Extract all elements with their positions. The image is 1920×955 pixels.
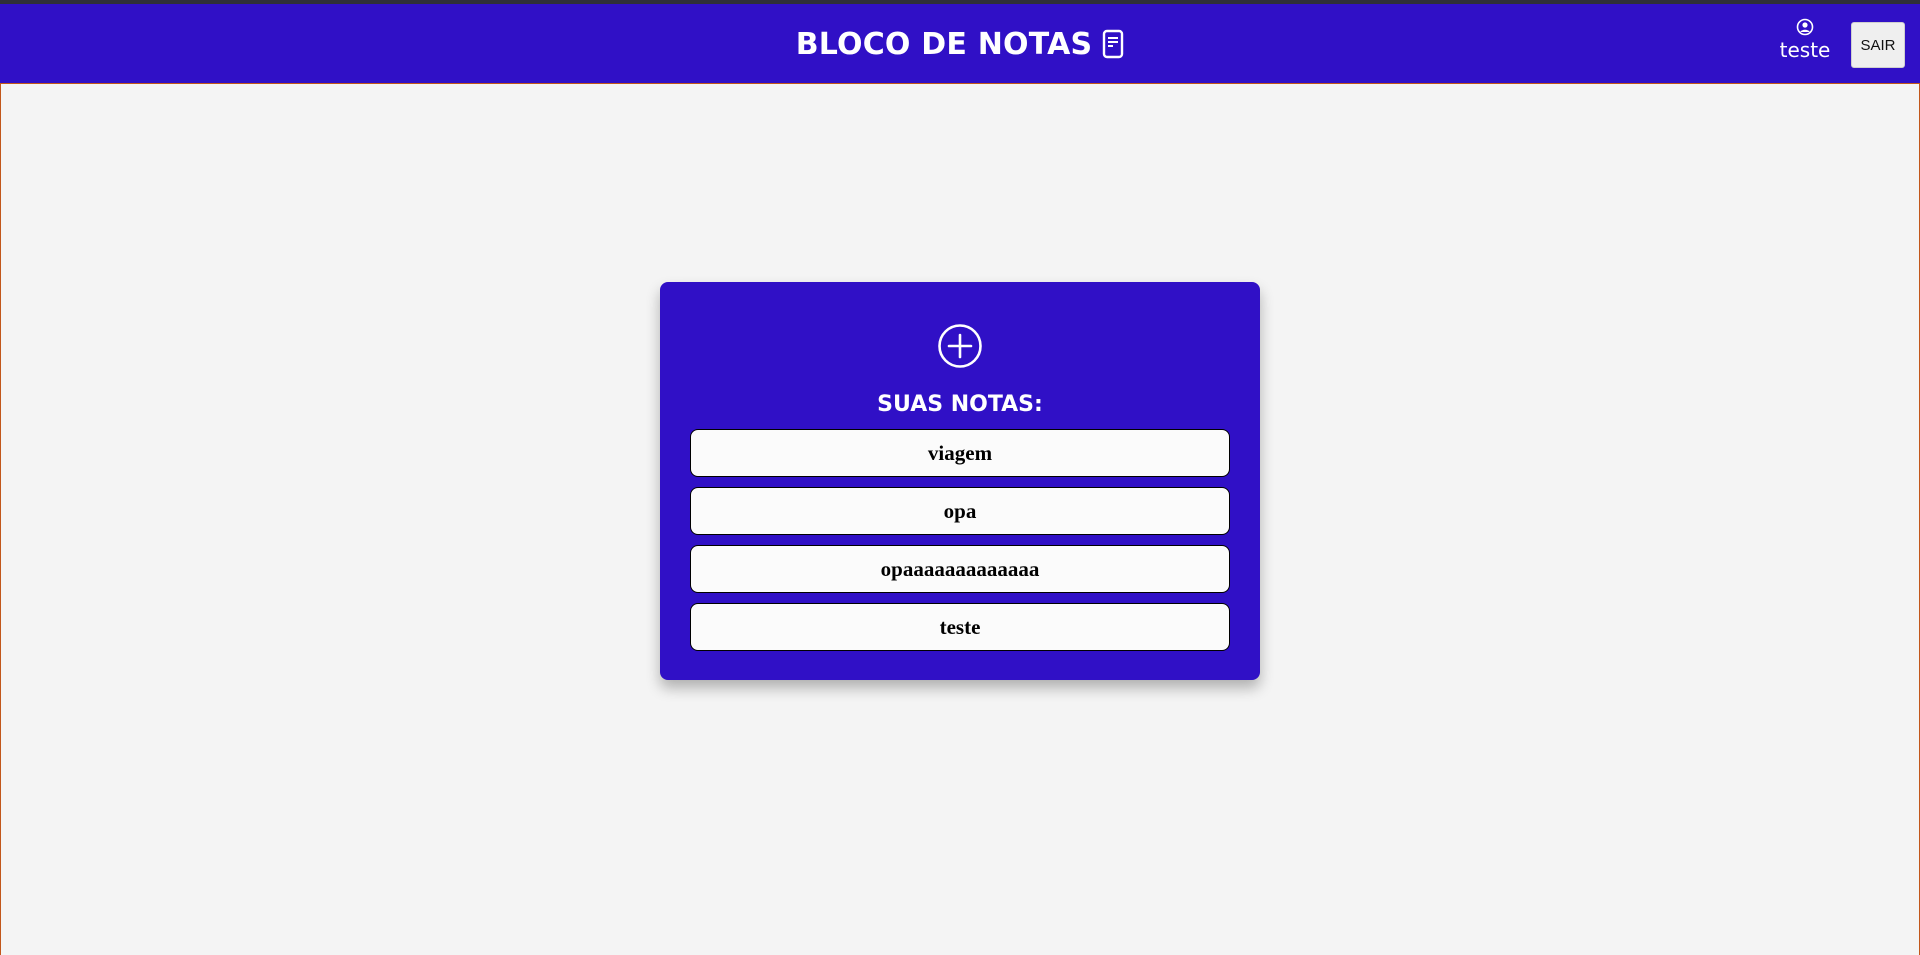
note-item[interactable]: teste (690, 603, 1230, 651)
page-title: BLOCO DE NOTAS (795, 26, 1093, 62)
brand: BLOCO DE NOTAS (0, 4, 1920, 84)
user-info: teste (1772, 18, 1838, 62)
note-item[interactable]: opa (690, 487, 1230, 535)
add-note-button[interactable] (937, 323, 983, 369)
user-circle-icon (1772, 18, 1838, 36)
document-icon (1102, 29, 1124, 59)
app-header: BLOCO DE NOTAS teste SAIR (0, 4, 1920, 84)
logout-button[interactable]: SAIR (1851, 22, 1905, 68)
username: teste (1779, 38, 1831, 62)
notes-title: SUAS NOTAS: (877, 392, 1043, 417)
note-item[interactable]: opaaaaaaaaaaaaa (690, 545, 1230, 593)
note-item[interactable]: viagem (690, 429, 1230, 477)
notes-card: SUAS NOTAS: viagem opa opaaaaaaaaaaaaa t… (660, 282, 1260, 680)
plus-circle-icon (938, 324, 982, 368)
notes-list: viagem opa opaaaaaaaaaaaaa teste (690, 429, 1230, 661)
